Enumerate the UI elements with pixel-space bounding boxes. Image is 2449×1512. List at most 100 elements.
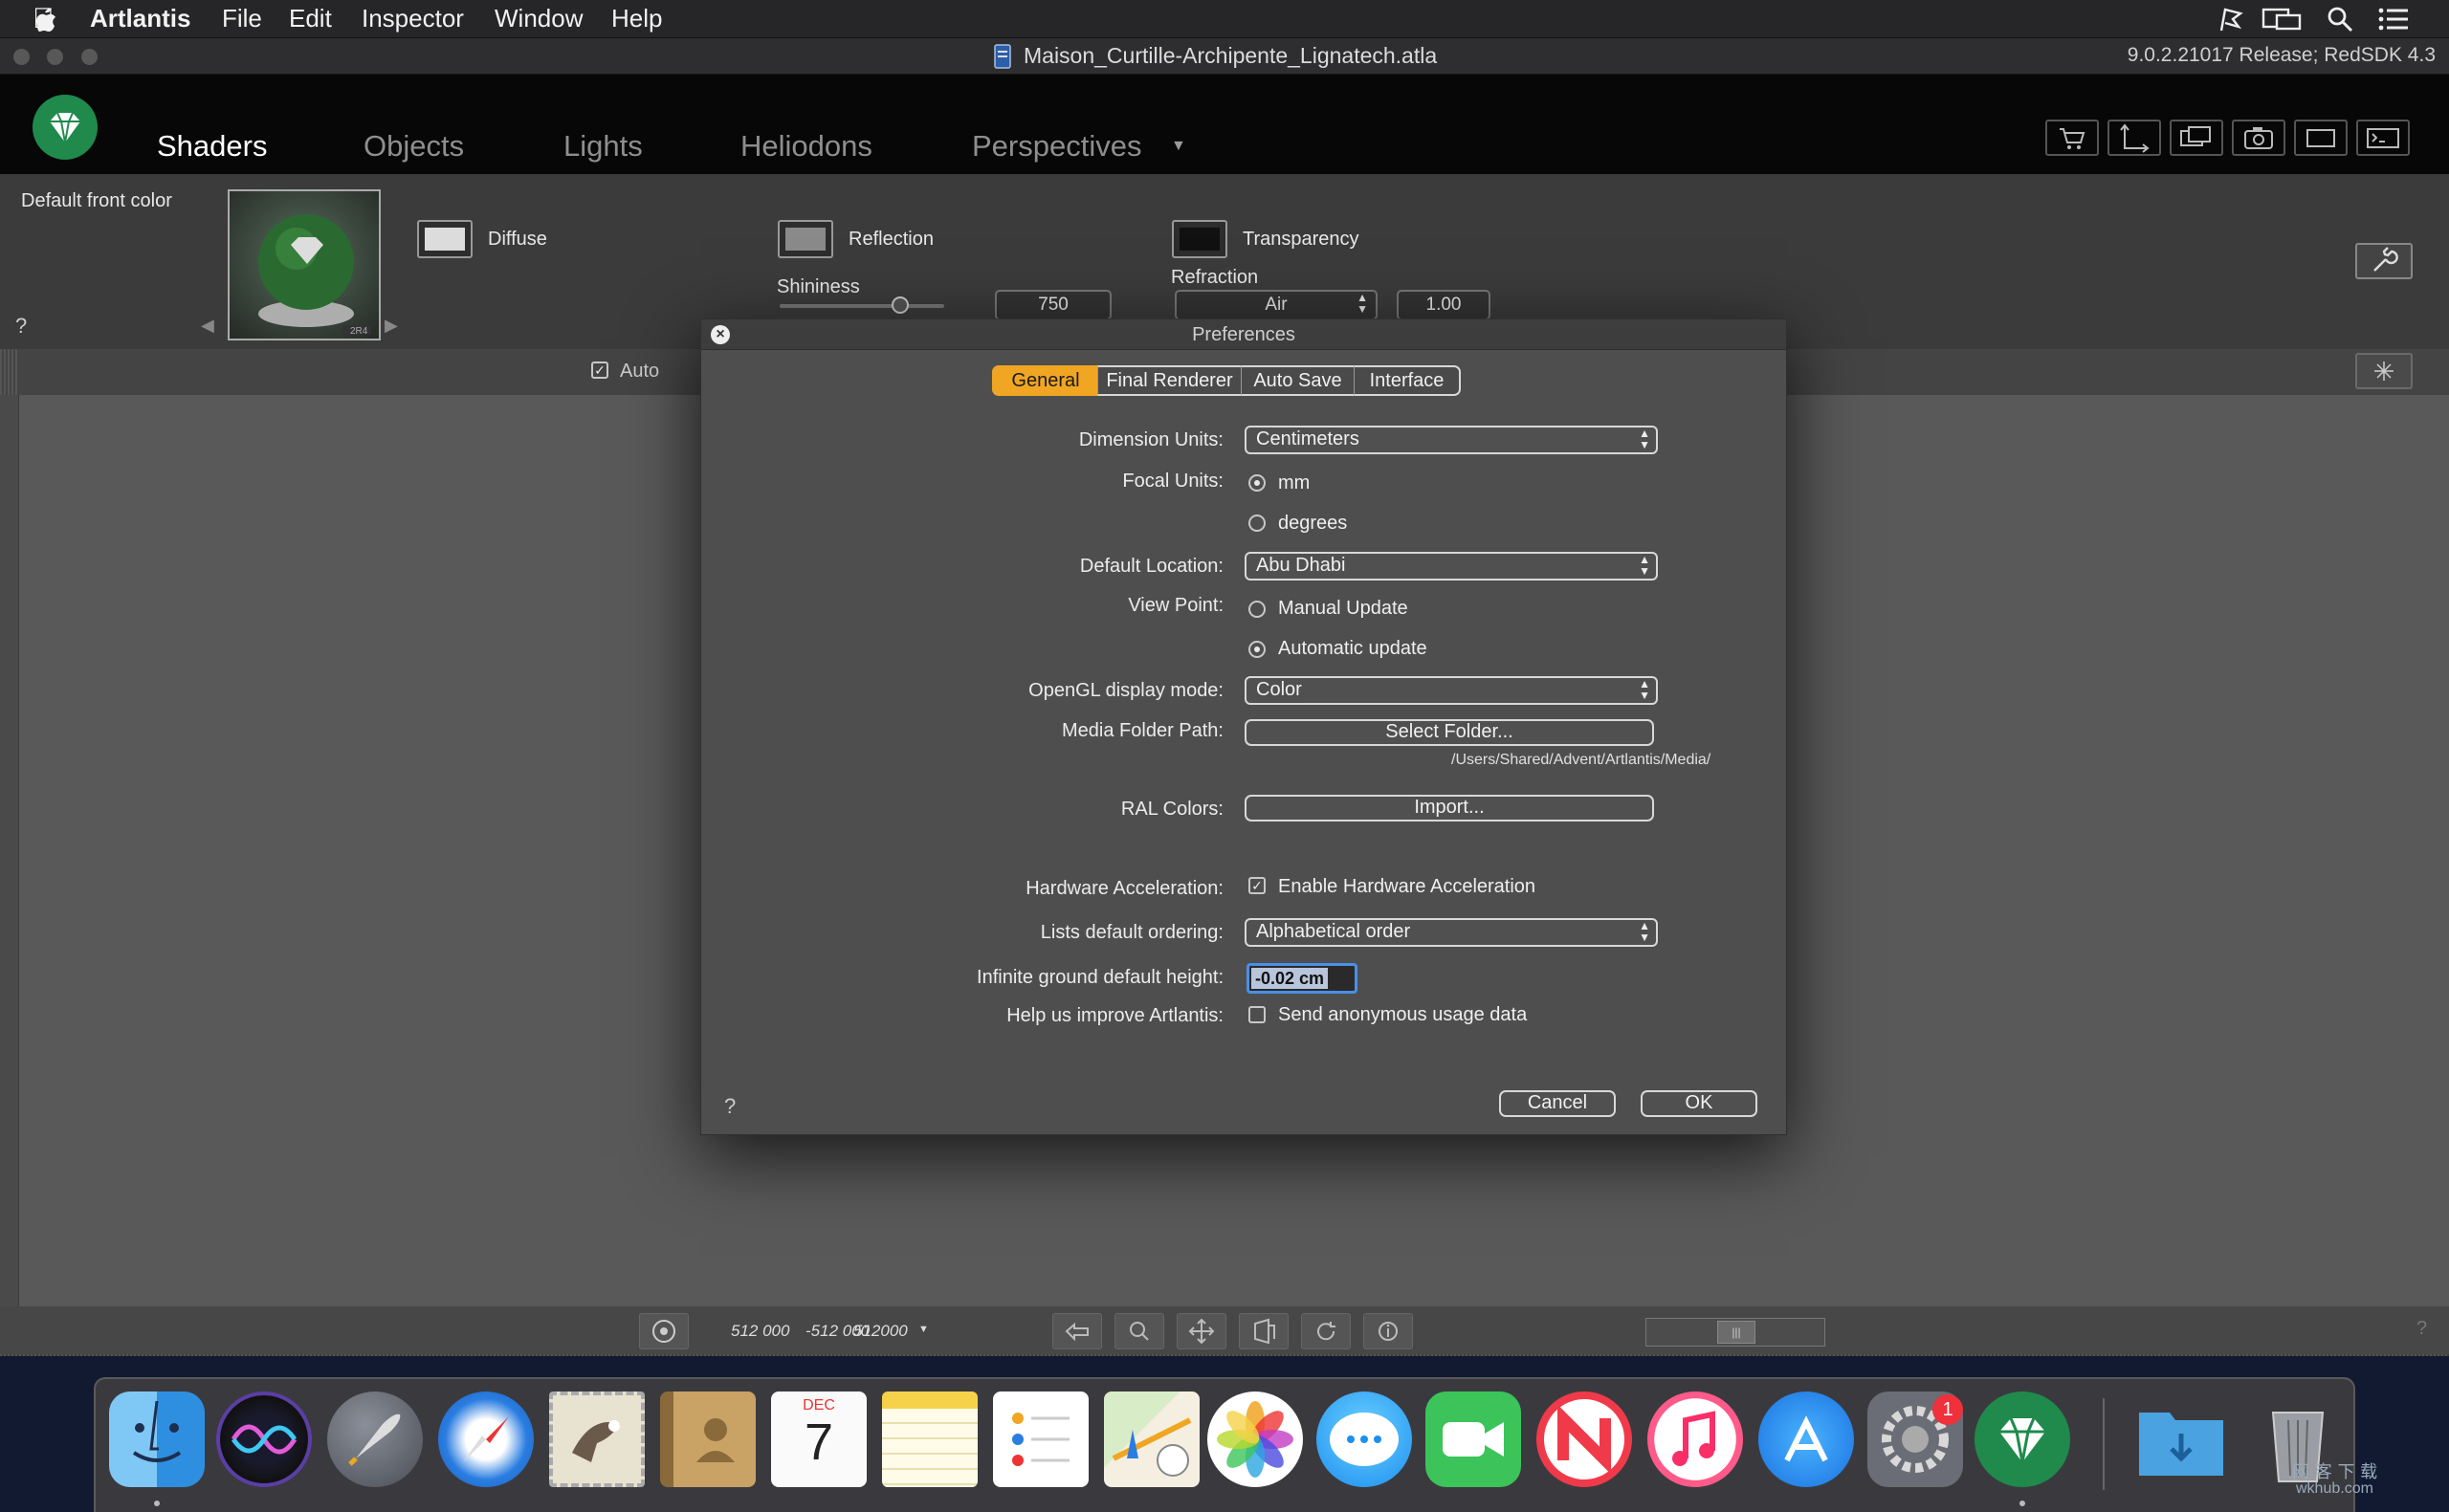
lists-ordering-select[interactable]: Alphabetical order ▲ ▼ — [1245, 918, 1658, 947]
ground-height-input[interactable]: -0.02 cm — [1247, 963, 1357, 994]
focal-degrees-radio[interactable] — [1248, 515, 1266, 532]
timeline-scroll-thumb[interactable]: ||| — [1717, 1321, 1755, 1344]
notes-dock-icon[interactable] — [882, 1391, 978, 1487]
default-location-select[interactable]: Abu Dhabi ▲ ▼ — [1245, 552, 1658, 581]
shader-preview-thumbnail[interactable]: 2R4 — [228, 189, 381, 340]
dimension-units-select[interactable]: Centimeters ▲ ▼ — [1245, 426, 1658, 454]
inspector-help-button[interactable]: ? — [15, 314, 27, 339]
opengl-mode-select[interactable]: Color ▲ ▼ — [1245, 676, 1658, 705]
artlantis-logo-icon[interactable] — [31, 93, 99, 162]
orbit-button[interactable] — [1301, 1313, 1351, 1349]
tab-heliodons[interactable]: Heliodons — [740, 129, 872, 164]
tab-lights[interactable]: Lights — [563, 129, 643, 164]
import-ral-button[interactable]: Import... — [1245, 795, 1654, 822]
refraction-value-field[interactable]: 1.00 — [1397, 290, 1490, 320]
menu-app-name[interactable]: Artlantis — [90, 4, 190, 33]
bottom-help-button[interactable]: ? — [2416, 1318, 2427, 1340]
automatic-update-radio[interactable] — [1248, 641, 1266, 658]
tab-auto-save[interactable]: Auto Save — [1241, 365, 1356, 396]
finder-dock-icon[interactable] — [109, 1391, 205, 1487]
refraction-select[interactable]: Air ▲ ▼ — [1175, 290, 1378, 320]
menu-window[interactable]: Window — [495, 4, 583, 33]
maps-dock-icon[interactable] — [1104, 1391, 1200, 1487]
menu-help[interactable]: Help — [611, 4, 662, 33]
info-button[interactable] — [1363, 1313, 1413, 1349]
zoom-button[interactable] — [1114, 1313, 1164, 1349]
window-button[interactable] — [2170, 120, 2223, 156]
tab-objects[interactable]: Objects — [364, 129, 464, 164]
music-dock-icon[interactable] — [1647, 1391, 1743, 1487]
console-button[interactable] — [2356, 120, 2410, 156]
app-store-dock-icon[interactable] — [1758, 1391, 1854, 1487]
coords-dropdown-icon[interactable]: ▼ — [918, 1324, 929, 1335]
mail-stamp-dock-icon[interactable] — [549, 1391, 645, 1487]
manual-update-radio[interactable] — [1248, 601, 1266, 618]
select-folder-button[interactable]: Select Folder... — [1245, 719, 1654, 746]
minimize-window-button[interactable] — [47, 49, 63, 65]
settings-wrench-button[interactable] — [2355, 243, 2413, 279]
safari-dock-icon[interactable] — [438, 1391, 534, 1487]
camera-button[interactable] — [2232, 120, 2285, 156]
axes-button[interactable] — [2107, 120, 2161, 156]
dialog-help-button[interactable]: ? — [724, 1094, 736, 1119]
navigation-button[interactable] — [639, 1313, 689, 1349]
menu-file[interactable]: File — [222, 4, 262, 33]
reminders-dock-icon[interactable] — [993, 1391, 1089, 1487]
shininess-value-field[interactable]: 750 — [995, 290, 1112, 320]
select-arrows-icon: ▲ ▼ — [1639, 677, 1650, 702]
calendar-day: 7 — [804, 1413, 834, 1471]
tab-interface[interactable]: Interface — [1354, 365, 1461, 396]
hardware-acceleration-option: Enable Hardware Acceleration — [1278, 876, 1536, 897]
perspectives-dropdown-icon[interactable]: ▼ — [1171, 138, 1186, 155]
cancel-button[interactable]: Cancel — [1499, 1090, 1616, 1117]
tab-general[interactable]: General — [992, 365, 1099, 396]
tab-final-renderer[interactable]: Final Renderer — [1097, 365, 1243, 396]
timeline-scrollbar[interactable]: ||| — [1645, 1318, 1825, 1347]
video-camera-icon — [1443, 1422, 1504, 1457]
thumb-next-icon[interactable]: ▶ — [385, 316, 398, 336]
reflection-color-swatch[interactable] — [778, 220, 833, 258]
facetime-dock-icon[interactable] — [1425, 1391, 1521, 1487]
display-mirroring-icon[interactable] — [2261, 6, 2304, 33]
shininess-slider-knob[interactable] — [892, 296, 909, 314]
focal-mm-radio[interactable] — [1248, 474, 1266, 492]
ok-button[interactable]: OK — [1641, 1090, 1757, 1117]
menu-inspector[interactable]: Inspector — [362, 4, 464, 33]
cart-button[interactable] — [2045, 120, 2099, 156]
walk-button[interactable] — [1239, 1313, 1289, 1349]
thumb-prev-icon[interactable]: ◀ — [201, 316, 214, 336]
downloads-dock-icon[interactable] — [2133, 1391, 2229, 1487]
hardware-acceleration-checkbox[interactable]: ✓ — [1248, 877, 1266, 894]
automatic-update-label: Automatic update — [1278, 638, 1427, 659]
calendar-dock-icon[interactable]: DEC 7 — [771, 1391, 867, 1487]
apple-logo-icon[interactable] — [33, 5, 57, 33]
tab-shaders[interactable]: Shaders — [157, 129, 267, 164]
view-point-label: View Point: — [1128, 595, 1224, 616]
close-window-button[interactable] — [13, 49, 30, 65]
magnifier-icon — [1130, 1322, 1149, 1341]
usage-data-checkbox[interactable] — [1248, 1006, 1266, 1023]
news-dock-icon[interactable] — [1536, 1391, 1632, 1487]
zoom-window-button[interactable] — [81, 49, 98, 65]
artlantis-dock-icon[interactable] — [1975, 1391, 2070, 1487]
tab-perspectives[interactable]: Perspectives — [972, 129, 1141, 164]
notification-center-icon[interactable] — [2378, 8, 2409, 31]
pan-button[interactable] — [1177, 1313, 1226, 1349]
auto-checkbox[interactable]: ✓ — [591, 362, 608, 379]
transparency-color-swatch[interactable] — [1172, 220, 1227, 258]
launchpad-dock-icon[interactable] — [327, 1391, 423, 1487]
diffuse-color-swatch[interactable] — [417, 220, 473, 258]
photos-dock-icon[interactable] — [1207, 1391, 1303, 1487]
select-arrows-icon: ▲ ▼ — [1639, 553, 1650, 578]
undo-button[interactable] — [1052, 1313, 1102, 1349]
airplay-flag-icon[interactable] — [2216, 6, 2244, 33]
messages-dock-icon[interactable] — [1316, 1391, 1412, 1487]
sun-button[interactable] — [2355, 353, 2413, 389]
shininess-slider[interactable] — [780, 296, 944, 314]
contacts-dock-icon[interactable] — [660, 1391, 756, 1487]
spotlight-search-icon[interactable] — [2327, 6, 2353, 33]
crop-button[interactable] — [2294, 120, 2348, 156]
person-icon — [696, 1418, 735, 1462]
menu-edit[interactable]: Edit — [289, 4, 332, 33]
siri-dock-icon[interactable] — [216, 1391, 312, 1487]
